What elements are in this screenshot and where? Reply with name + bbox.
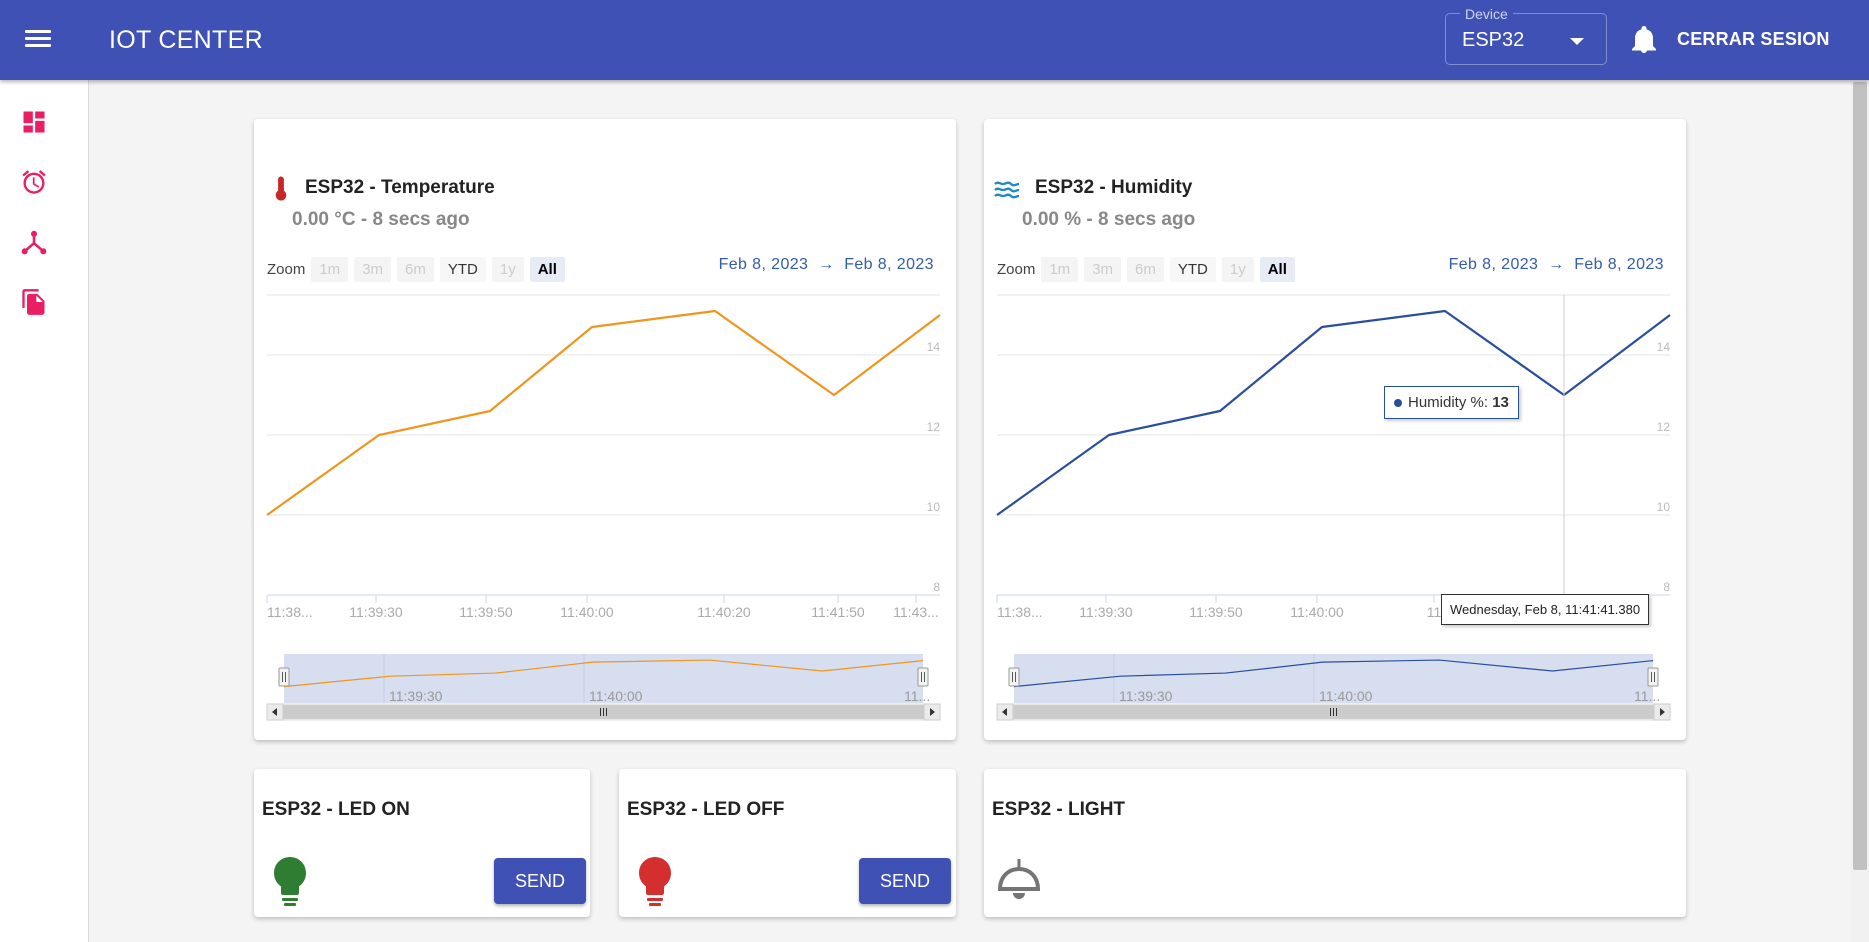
navigator-tick-label: 11:39:30 [389,688,443,704]
y-tick-label: 14 [1657,340,1671,354]
humidity-date-tooltip: Wednesday, Feb 8, 11:41:41.380 [1441,594,1650,625]
led-off-card: ESP32 - LED OFF SEND [619,769,956,917]
scrollbar-thumb[interactable] [1853,82,1867,870]
x-tick-label: 11:41:50 [811,604,865,620]
device-select-value: ESP32 [1462,29,1525,51]
humidity-tooltip: Humidity %: 13 [1384,386,1519,419]
y-tick-label: 8 [933,580,940,594]
led-on-card: ESP32 - LED ON SEND [254,769,590,917]
hub-icon[interactable] [20,228,48,256]
x-tick-label: 11:40:20 [697,604,751,620]
y-tick-label: 10 [1657,500,1671,514]
temperature-card: ESP32 - Temperature 0.00 °C - 8 secs ago… [254,119,956,740]
navigator-tick-label: 11:40:00 [589,688,643,704]
led-off-title: ESP32 - LED OFF [627,799,785,820]
navigator-handle-left [278,667,290,687]
series-dot [1394,399,1402,408]
menu-icon[interactable] [22,26,54,54]
alarm-icon[interactable] [20,168,48,196]
x-tick-label: 11:40:00 [560,604,614,620]
lightbulb-on-icon [274,857,306,906]
page-scrollbar[interactable] [1851,80,1869,942]
x-tick-label: 11 [1427,604,1442,620]
y-tick-label: 14 [927,340,941,354]
app-title: IOT CENTER [109,26,263,54]
led-on-send-button[interactable]: SEND [494,858,586,904]
x-tick-label: 11:40:00 [1290,604,1344,620]
x-tick-label: 11:39:50 [459,604,513,620]
app-bar: IOT CENTER Device ESP32 CERRAR SESION [0,0,1869,80]
humidity-chart[interactable]: 14 12 10 8 11:38... 11:39:30 11:39:50 11:40:00 1… [984,119,1686,740]
light-card: ESP32 - LIGHT [984,769,1686,917]
light-title: ESP32 - LIGHT [992,799,1126,820]
x-tick-label: 11:38... [997,604,1043,620]
x-tick-label: 11:39:30 [1079,604,1133,620]
sidebar [0,80,89,942]
y-tick-label: 8 [1663,580,1670,594]
series-line [996,309,1671,516]
logout-button[interactable]: CERRAR SESION [1677,29,1830,50]
device-select[interactable]: Device ESP32 [1445,6,1607,65]
files-icon[interactable] [20,288,48,316]
navigator-handle-right [1647,667,1659,687]
bell-icon[interactable] [1632,26,1656,54]
series-line [266,309,941,516]
tooltip-value: 13 [1492,394,1509,411]
x-tick-label: 11:39:50 [1189,604,1243,620]
y-tick-label: 10 [927,500,941,514]
navigator-tick-label: 11:40:00 [1319,688,1373,704]
navigator-handle-left [1008,667,1020,687]
x-tick-label: 11:38... [267,604,313,620]
y-tick-label: 12 [927,420,941,434]
x-tick-label: 11:43... [893,604,939,620]
temperature-chart[interactable]: 14 12 10 8 11:38... 11:39:30 11:39:50 11:40:00 1… [254,119,956,740]
dashboard-icon[interactable] [20,108,48,136]
device-select-label: Device [1460,6,1513,22]
x-tick-label: 11:39:30 [349,604,403,620]
tooltip-series-label: Humidity %: [1408,394,1489,411]
led-on-title: ESP32 - LED ON [262,799,410,820]
caret-down-icon [1570,38,1584,45]
ceiling-lamp-icon [997,859,1041,899]
y-tick-label: 12 [1657,420,1671,434]
navigator-tick-label: 11... [904,688,930,704]
led-off-send-button[interactable]: SEND [859,858,951,904]
humidity-card: ESP32 - Humidity 0.00 % - 8 secs ago Zoo… [984,119,1686,740]
navigator-tick-label: 11:39:30 [1119,688,1173,704]
lightbulb-off-icon [639,857,671,906]
navigator-handle-right [917,667,929,687]
navigator-tick-label: 11... [1634,688,1660,704]
